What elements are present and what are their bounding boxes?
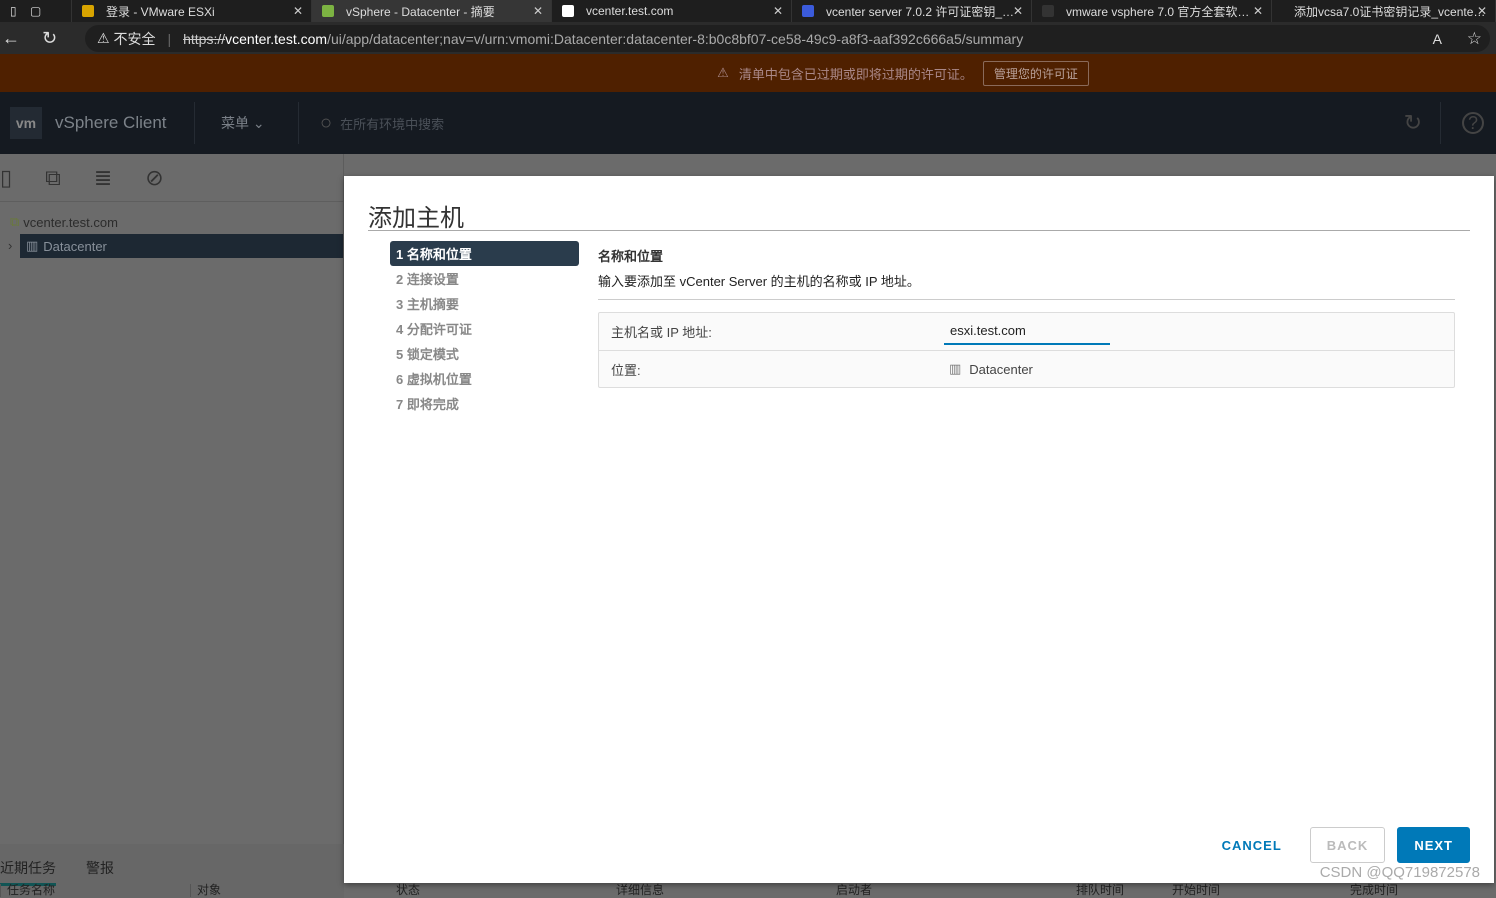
column-header[interactable]: 任务名称 — [0, 884, 190, 897]
column-header[interactable]: 状态 — [396, 884, 420, 897]
license-banner: ⚠ 清单中包含已过期或即将过期的许可证。 管理您的许可证 — [0, 54, 1496, 92]
refresh-icon[interactable]: ↻ — [1404, 110, 1422, 136]
app-title: vSphere Client — [55, 113, 167, 132]
manage-licenses-button[interactable]: 管理您的许可证 — [982, 60, 1089, 86]
favicon-icon — [802, 5, 814, 17]
add-host-dialog: 添加主机 1 名称和位置 2 连接设置 3 主机摘要 4 分配许可证 5 锁定模… — [344, 176, 1494, 883]
browser-tab[interactable]: vcenter.test.com ✕ — [552, 0, 792, 22]
networking-icon[interactable]: ⊘ — [145, 165, 163, 191]
tab-title: vSphere - Datacenter - 摘要 — [346, 4, 495, 19]
back-button[interactable]: BACK — [1309, 827, 1386, 863]
host-name-input[interactable] — [944, 318, 1110, 345]
step-host-summary: 3 主机摘要 — [396, 297, 459, 312]
tree-item-datacenter[interactable]: ▥ Datacenter — [20, 234, 343, 258]
global-search[interactable]: ○ 在所有环境中搜索 — [320, 112, 444, 135]
column-header[interactable]: 开始时间 — [1172, 884, 1220, 897]
help-icon[interactable]: ? — [1462, 112, 1484, 134]
step-ready-to-complete: 7 即将完成 — [396, 397, 459, 412]
host-label: 主机名或 IP 地址: — [611, 325, 712, 340]
tab-title: vcenter server 7.0.2 许可证密钥_… — [826, 4, 1015, 19]
address-bar: ← ↻ ⚠ 不安全 | https:// vcenter.test.com /u… — [0, 22, 1496, 54]
close-tab-icon[interactable]: ✕ — [1253, 4, 1263, 18]
tab-alarms[interactable]: 警报 — [86, 858, 114, 886]
location-label: 位置: — [611, 362, 641, 378]
app-header: vm vSphere Client 菜单 ⌄ ○ 在所有环境中搜索 ↻ ? — [0, 92, 1496, 154]
vcenter-icon: ⧉ — [10, 214, 20, 229]
reload-icon[interactable]: ↻ — [42, 28, 57, 49]
next-button[interactable]: NEXT — [1397, 827, 1470, 863]
vms-templates-icon[interactable]: ⧉ — [45, 165, 61, 191]
column-header[interactable]: 排队时间 — [1076, 884, 1124, 897]
browser-tab[interactable]: vSphere - Datacenter - 摘要 ✕ — [312, 0, 552, 22]
step-name-location[interactable]: 1 名称和位置 — [390, 241, 579, 266]
favicon-icon — [82, 5, 94, 17]
menu-label: 菜单 — [221, 115, 249, 131]
tab-title: vcenter.test.com — [586, 4, 674, 18]
favicon-icon — [1042, 5, 1054, 17]
datacenter-icon: ▥ — [26, 238, 39, 253]
column-header[interactable]: 详细信息 — [616, 884, 664, 897]
section-title: 名称和位置 — [598, 249, 664, 264]
search-icon: ○ — [320, 111, 333, 134]
browser-tabs: ▯ ▢ 登录 - VMware ESXi ✕ vSphere - Datacente… — [0, 0, 1496, 22]
recent-tasks-panel: 近期任务 警报 任务名称 对象 — [0, 844, 344, 898]
step-vm-location: 6 虚拟机位置 — [396, 372, 472, 387]
tab-strip-controls[interactable]: ▯ ▢ — [0, 0, 72, 22]
step-assign-license: 4 分配许可证 — [396, 322, 472, 337]
close-tab-icon[interactable]: ✕ — [293, 4, 303, 18]
url-path: /ui/app/datacenter;nav=v/urn:vmomi:Datac… — [327, 30, 1024, 47]
storage-icon[interactable]: ≣ — [94, 165, 112, 191]
vmware-logo: vm — [10, 107, 42, 139]
step-lockdown-mode: 5 锁定模式 — [396, 347, 459, 362]
close-tab-icon[interactable]: ✕ — [1477, 4, 1487, 18]
tree-label: vcenter.test.com — [23, 214, 118, 230]
column-header[interactable]: 对象 — [190, 884, 380, 897]
close-tab-icon[interactable]: ✕ — [1013, 4, 1023, 18]
favorite-star-icon[interactable]: ☆ — [1467, 29, 1482, 49]
expand-chevron-icon[interactable]: › — [8, 238, 12, 253]
tab-title: 登录 - VMware ESXi — [106, 4, 215, 19]
tab-recent-tasks[interactable]: 近期任务 — [0, 858, 56, 886]
url-scheme: https:// — [183, 30, 226, 47]
location-value: Datacenter — [969, 361, 1033, 377]
column-header[interactable]: 完成时间 — [1350, 884, 1398, 897]
warning-icon: ⚠ — [97, 30, 110, 46]
search-placeholder: 在所有环境中搜索 — [340, 116, 445, 132]
inventory-sidebar: ▯ ⧉ ≣ ⊘ ⧉ vcenter.test.com › ▥ Datacenter — [0, 154, 344, 844]
security-label[interactable]: 不安全 — [113, 29, 155, 49]
browser-tab[interactable]: vmware vsphere 7.0 官方全套软… ✕ — [1032, 0, 1272, 22]
close-tab-icon[interactable]: ✕ — [533, 4, 543, 18]
url-input[interactable]: ⚠ 不安全 | https:// vcenter.test.com /ui/ap… — [85, 25, 1490, 52]
browser-tab[interactable]: 添加vcsa7.0证书密钥记录_vcente… ✕ — [1272, 0, 1496, 22]
host-form: 主机名或 IP 地址: 位置: ▥ Datacenter — [598, 312, 1455, 388]
section-description: 输入要添加至 vCenter Server 的主机的名称或 IP 地址。 — [598, 271, 1455, 300]
url-host: vcenter.test.com — [225, 30, 328, 47]
browser-tab[interactable]: vcenter server 7.0.2 许可证密钥_… ✕ — [792, 0, 1032, 22]
chevron-down-icon: ⌄ — [252, 115, 265, 131]
warning-icon: ⚠ — [717, 65, 729, 80]
column-header[interactable]: 启动者 — [836, 884, 872, 897]
menu-dropdown[interactable]: 菜单 ⌄ — [221, 113, 265, 133]
tab-title: 添加vcsa7.0证书密钥记录_vcente… — [1294, 4, 1486, 19]
tree-item-vcenter[interactable]: ⧉ vcenter.test.com — [0, 210, 343, 234]
close-tab-icon[interactable]: ✕ — [773, 4, 783, 18]
dialog-title: 添加主机 — [368, 205, 464, 232]
back-icon[interactable]: ← — [2, 28, 20, 49]
banner-message: 清单中包含已过期或即将过期的许可证。 — [738, 66, 973, 82]
read-aloud-icon[interactable]: A — [1433, 31, 1442, 47]
browser-tab[interactable]: 登录 - VMware ESXi ✕ — [72, 0, 312, 22]
watermark: CSDN @QQ719872578 — [1319, 864, 1480, 881]
wizard-steps: 1 名称和位置 2 连接设置 3 主机摘要 4 分配许可证 5 锁定模式 6 虚… — [390, 241, 579, 416]
favicon-icon — [562, 5, 574, 17]
datacenter-icon: ▥ — [949, 361, 962, 376]
tree-label: Datacenter — [43, 238, 107, 254]
favicon-icon — [322, 5, 334, 17]
step-connection-settings: 2 连接设置 — [396, 272, 459, 287]
cancel-button[interactable]: CANCEL — [1206, 827, 1298, 863]
hosts-clusters-icon[interactable]: ▯ — [0, 165, 12, 191]
tab-title: vmware vsphere 7.0 官方全套软… — [1066, 4, 1250, 19]
